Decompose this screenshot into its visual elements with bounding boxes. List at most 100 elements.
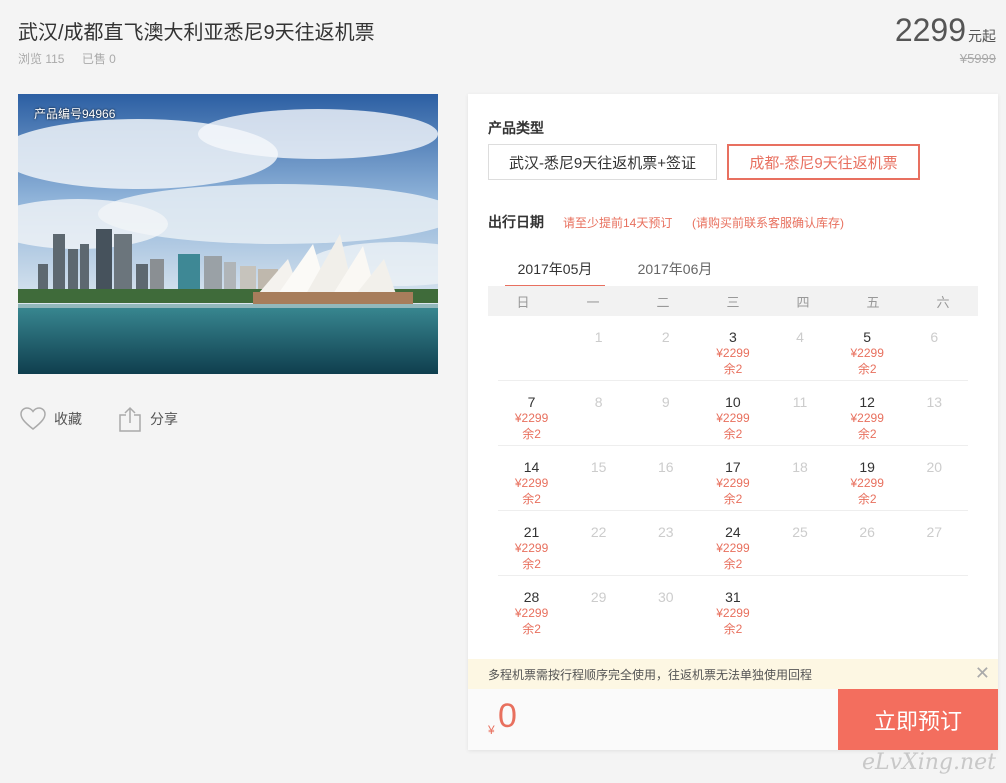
calendar-day-cell: 15 — [565, 446, 632, 510]
day-number: 9 — [661, 394, 670, 410]
day-stock: 余2 — [723, 427, 743, 441]
calendar-day-cell: 26 — [834, 511, 901, 575]
tab-month-june[interactable]: 2017年06月 — [625, 259, 725, 287]
day-number: 28 — [523, 589, 540, 605]
day-number: 3 — [729, 329, 737, 345]
price-box: 2299 元起 ¥5999 — [895, 12, 996, 66]
day-stock: 余2 — [857, 427, 877, 441]
calendar-day-cell: 1 — [565, 316, 632, 380]
calendar-day-cell: 11 — [767, 381, 834, 445]
day-stock: 余2 — [522, 492, 541, 506]
calendar-day-cell[interactable]: 7 ¥2299 余2 — [498, 381, 565, 445]
tab-month-may[interactable]: 2017年05月 — [505, 259, 605, 287]
calendar-day-cell[interactable]: 3 ¥2299 余2 — [699, 316, 766, 380]
day-number: 20 — [926, 459, 943, 475]
calendar-day-cell[interactable]: 31 ¥2299 余2 — [699, 576, 766, 641]
weekday-sat: 六 — [936, 294, 950, 310]
day-price: ¥2299 — [716, 476, 750, 490]
product-type-option-chengdu[interactable]: 成都-悉尼9天往返机票 — [727, 144, 920, 180]
calendar-day-cell[interactable]: 10 ¥2299 余2 — [699, 381, 766, 445]
calendar-day-cell[interactable]: 28 ¥2299 余2 — [498, 576, 565, 641]
calendar-day-cell: 22 — [565, 511, 632, 575]
product-type-label: 产品类型 — [488, 120, 544, 136]
weekday-fri: 五 — [866, 294, 880, 310]
calendar-day-cell: 13 — [901, 381, 968, 445]
weekday-thu: 四 — [796, 294, 810, 310]
calendar-day-cell: 25 — [767, 511, 834, 575]
day-number: 15 — [590, 459, 607, 475]
day-price: ¥2299 — [514, 476, 549, 490]
calendar-day-cell: 6 — [901, 316, 968, 380]
calendar-day-cell[interactable]: 24 ¥2299 余2 — [699, 511, 766, 575]
weekday-tue: 二 — [656, 294, 670, 310]
close-icon[interactable]: ✕ — [975, 663, 990, 684]
advance-booking-note: 请至少提前14天预订 — [563, 216, 673, 230]
page-title: 武汉/成都直飞澳大利亚悉尼9天往返机票 — [18, 22, 375, 44]
total-price: 0 — [498, 697, 517, 735]
day-number: 29 — [590, 589, 607, 605]
day-price: ¥2299 — [716, 346, 750, 360]
sold-count: 已售 0 — [81, 52, 116, 66]
day-number: 22 — [590, 524, 607, 540]
total-currency: ¥ — [488, 723, 495, 737]
day-stock: 余2 — [522, 622, 541, 636]
day-number: 17 — [725, 459, 741, 475]
share-label: 分享 — [150, 411, 178, 427]
calendar-day-cell: 4 — [767, 316, 834, 380]
calendar-day-cell — [767, 576, 834, 641]
photo-id-label: 产品编号94966 — [34, 107, 116, 121]
day-number: 16 — [658, 459, 674, 475]
day-number: 13 — [926, 394, 943, 410]
month-tabs: 2017年05月 2017年06月 — [505, 259, 725, 287]
calendar-week-row: 7 ¥2299 余2 8 9 10 ¥2299 余2 11 12 ¥2299 余2 13 — [498, 381, 968, 446]
calendar-day-cell[interactable]: 12 ¥2299 余2 — [834, 381, 901, 445]
calendar-day-cell[interactable]: 19 ¥2299 余2 — [834, 446, 901, 510]
day-stock: 余2 — [857, 492, 877, 506]
calendar-day-cell: 18 — [767, 446, 834, 510]
calendar-day-cell[interactable]: 5 ¥2299 余2 — [834, 316, 901, 380]
weekday-wed: 三 — [726, 294, 740, 310]
day-number: 4 — [796, 329, 804, 345]
day-stock: 余2 — [522, 427, 541, 441]
calendar-day-cell — [498, 316, 565, 380]
day-number: 27 — [926, 524, 943, 540]
usage-tip: 多程机票需按行程顺序完全使用，往返机票无法单独使用回程 ✕ — [468, 659, 998, 689]
day-price: ¥2299 — [850, 411, 884, 425]
day-price: ¥2299 — [716, 541, 750, 555]
calendar-day-cell: 16 — [632, 446, 699, 510]
day-number: 18 — [792, 459, 808, 475]
day-price: ¥2299 — [514, 411, 549, 425]
favorite-label: 收藏 — [54, 411, 82, 427]
calendar-day-cell: 9 — [632, 381, 699, 445]
calendar-day-cell[interactable]: 14 ¥2299 余2 — [498, 446, 565, 510]
day-price: ¥2299 — [716, 411, 750, 425]
day-stock: 余2 — [522, 557, 541, 571]
booking-footer: ¥ 0 立即预订 — [468, 689, 998, 750]
sydney-opera-house-image — [18, 94, 438, 374]
calendar-day-cell: 20 — [901, 446, 968, 510]
day-number: 19 — [859, 459, 875, 475]
day-number: 8 — [594, 394, 603, 410]
product-type-option-wuhan[interactable]: 武汉-悉尼9天往返机票+签证 — [488, 144, 717, 180]
day-price: ¥2299 — [850, 476, 884, 490]
day-number: 14 — [523, 459, 540, 475]
weekday-mon: 一 — [586, 294, 600, 310]
day-number: 6 — [930, 329, 939, 345]
favorite-button[interactable]: 收藏 — [20, 407, 82, 431]
day-number: 5 — [863, 329, 872, 345]
day-number: 21 — [523, 524, 540, 540]
product-meta: 浏览 115 已售 0 — [18, 50, 130, 67]
calendar-day-cell[interactable]: 21 ¥2299 余2 — [498, 511, 565, 575]
product-photo[interactable]: 产品编号94966 — [18, 94, 438, 374]
day-price: ¥2299 — [514, 541, 549, 555]
share-button[interactable]: 分享 — [118, 406, 178, 432]
usage-tip-text: 多程机票需按行程顺序完全使用，往返机票无法单独使用回程 — [488, 667, 813, 682]
calendar-day-cell[interactable]: 17 ¥2299 余2 — [699, 446, 766, 510]
day-number: 31 — [725, 589, 741, 605]
day-number: 12 — [859, 394, 875, 410]
calendar-day-cell: 23 — [632, 511, 699, 575]
day-price: ¥2299 — [850, 346, 884, 360]
book-now-button[interactable]: 立即预订 — [838, 689, 998, 750]
share-icon — [119, 406, 141, 432]
day-number: 1 — [594, 329, 603, 345]
